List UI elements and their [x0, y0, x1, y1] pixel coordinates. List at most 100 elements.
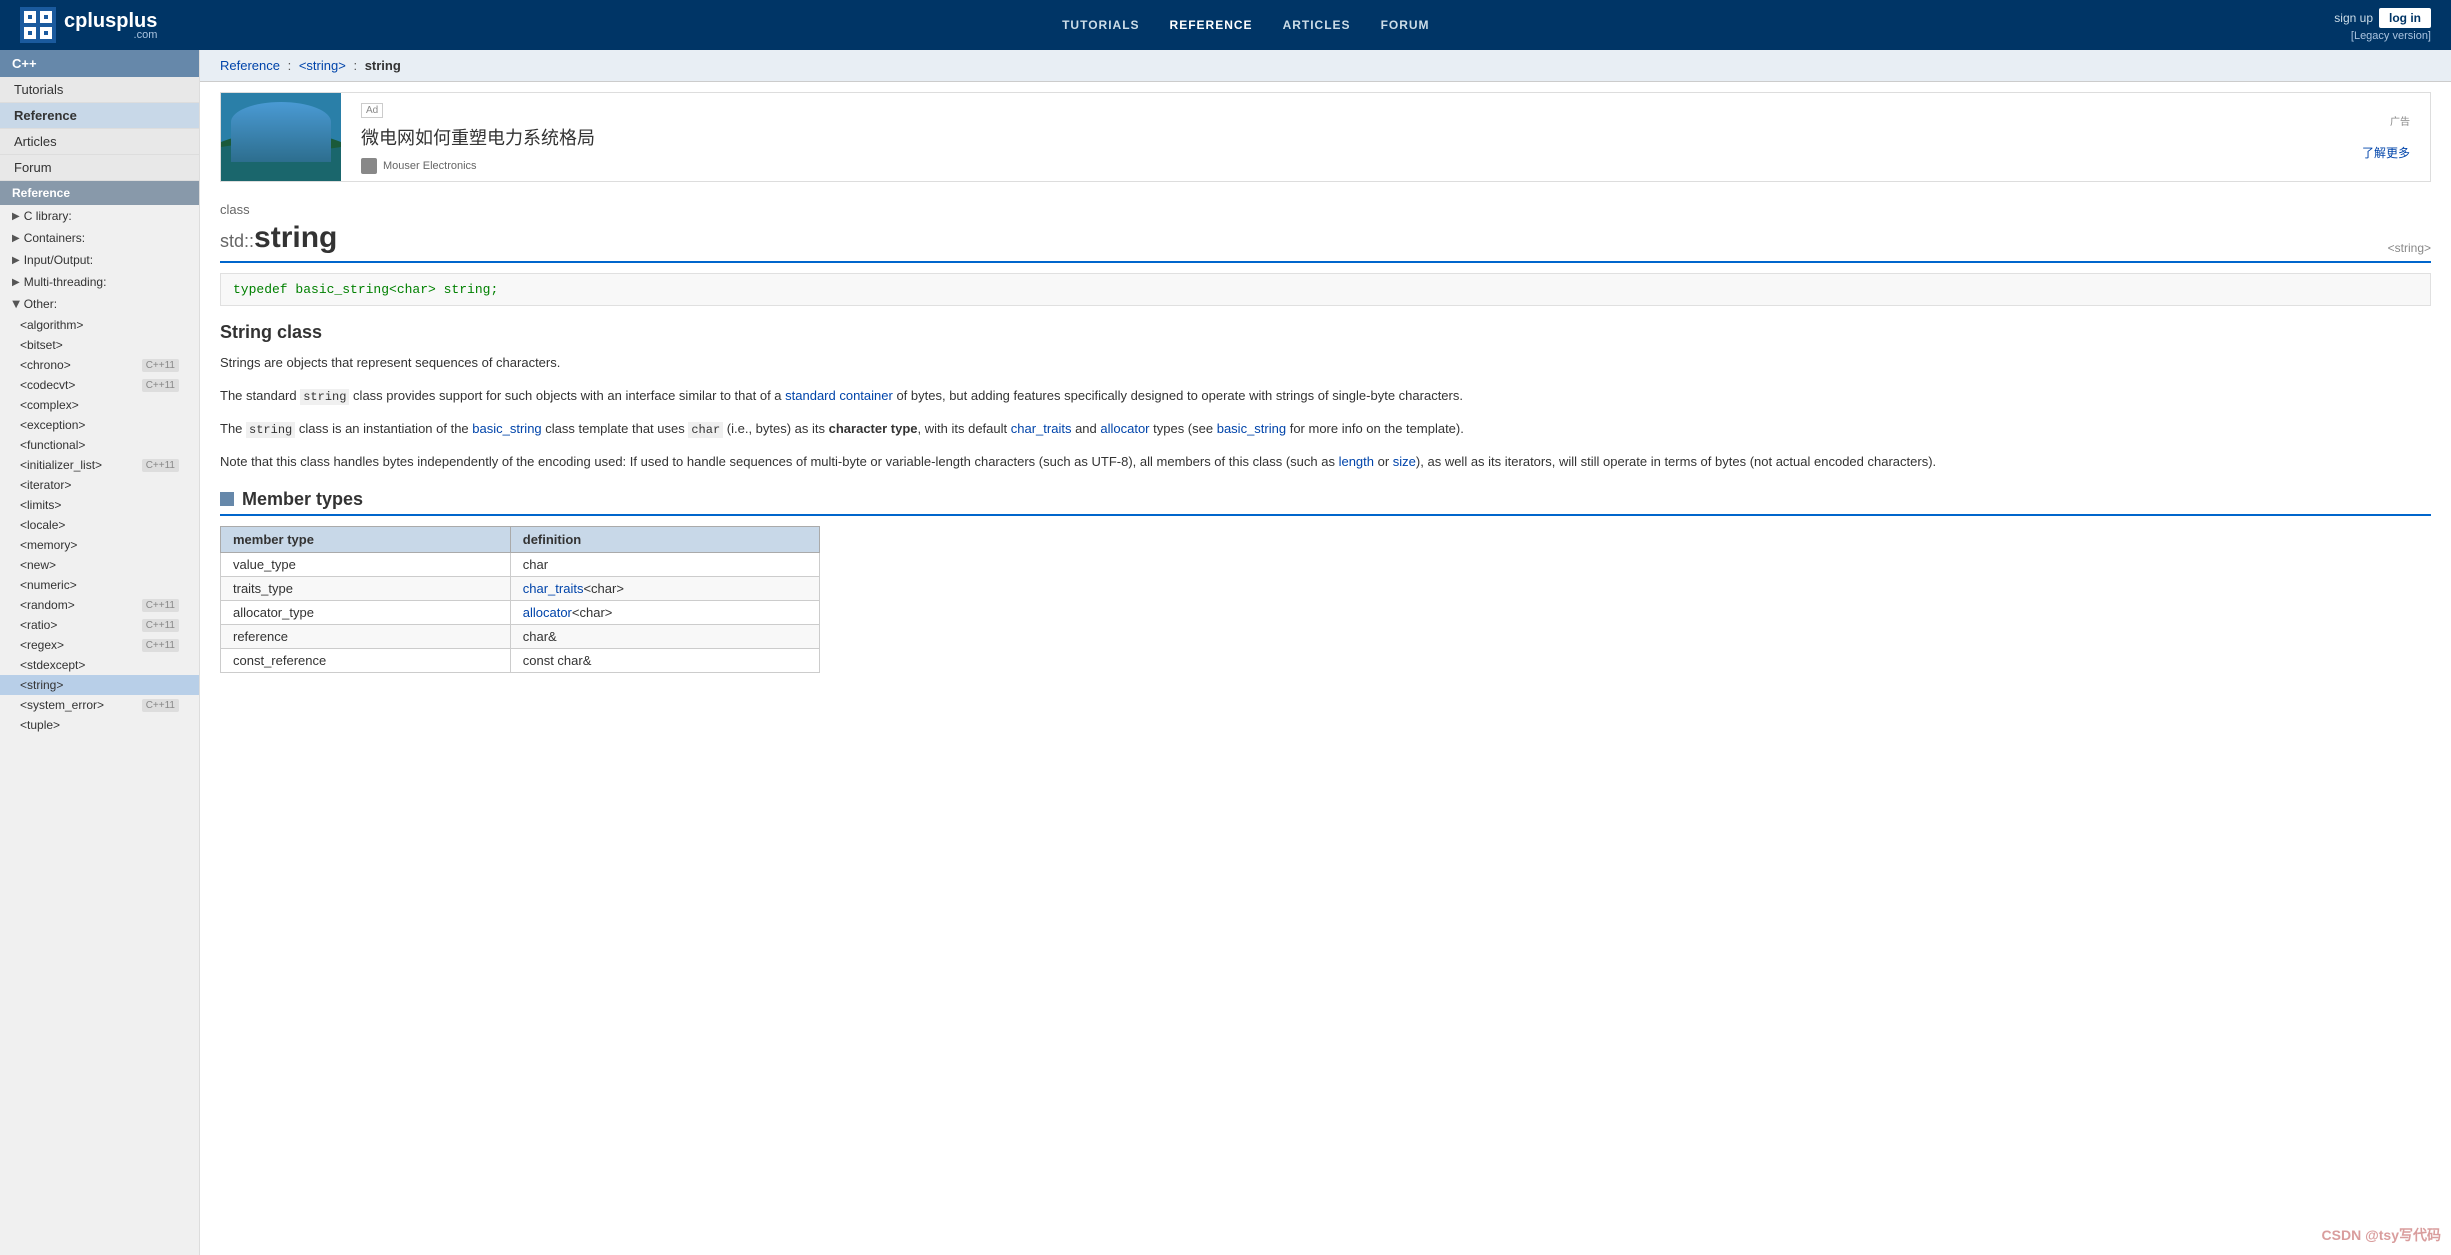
sidebar-item-new[interactable]: <new>	[0, 555, 199, 575]
para3-link-basic-string-2[interactable]: basic_string	[1217, 421, 1286, 436]
sidebar-section-containers[interactable]: ▶ Containers:	[0, 227, 199, 249]
sidebar-item-bitset[interactable]: <bitset>	[0, 335, 199, 355]
para3-link-allocator[interactable]: allocator	[1100, 421, 1149, 436]
nav-reference[interactable]: REFERENCE	[1170, 18, 1253, 32]
nav-forum[interactable]: FORUM	[1381, 18, 1430, 32]
sidebar-item-regex[interactable]: <regex>C++11	[0, 635, 199, 655]
ad-label: Ad	[361, 103, 383, 118]
para3-mid6: types (see	[1150, 421, 1217, 436]
sidebar-item-numeric[interactable]: <numeric>	[0, 575, 199, 595]
member-types-header: Member types	[220, 489, 2431, 516]
page-title: string	[254, 221, 337, 254]
sidebar-section-inputoutput[interactable]: ▶ Input/Output:	[0, 249, 199, 271]
sidebar-section-clibrary[interactable]: ▶ C library:	[0, 205, 199, 227]
para3-link-basic-string[interactable]: basic_string	[472, 421, 541, 436]
layout: C++ Tutorials Reference Articles Forum R…	[0, 50, 2451, 1255]
member-types-table: member type definition value_type char t…	[220, 526, 820, 673]
para2-link-standard-container[interactable]: standard container	[785, 388, 893, 403]
sidebar-item-forum[interactable]: Forum	[0, 155, 199, 181]
arrow-clibrary: ▶	[12, 211, 20, 222]
sidebar-item-tutorials[interactable]: Tutorials	[0, 77, 199, 103]
ad-right: 广告 了解更多	[2330, 105, 2430, 169]
nav-articles[interactable]: ARTICLES	[1283, 18, 1351, 32]
badge-initializer: C++11	[142, 459, 179, 472]
sidebar-main-nav: Tutorials Reference Articles Forum	[0, 77, 199, 181]
paragraph-3: The string class is an instantiation of …	[220, 419, 2431, 440]
sidebar-ref-header: Reference	[0, 181, 199, 205]
sidebar-item-complex[interactable]: <complex>	[0, 395, 199, 415]
log-in-button[interactable]: log in	[2379, 8, 2431, 28]
logo-icon	[20, 7, 56, 43]
para3-code2: char	[688, 422, 723, 438]
sidebar-item-chrono[interactable]: <chrono>C++11	[0, 355, 199, 375]
paragraph-4: Note that this class handles bytes indep…	[220, 452, 2431, 473]
breadcrumb-string-header[interactable]: <string>	[299, 58, 346, 73]
legacy-link[interactable]: [Legacy version]	[2351, 30, 2431, 42]
ad-text-area: Ad 微电网如何重塑电力系统格局 Mouser Electronics	[341, 92, 2330, 182]
sidebar-item-articles[interactable]: Articles	[0, 129, 199, 155]
auth-buttons: sign up log in	[2334, 8, 2431, 28]
class-label: class	[220, 202, 2431, 217]
para1-text: Strings are objects that represent seque…	[220, 355, 560, 370]
sidebar-section-multithreading-label: Multi-threading:	[24, 275, 107, 289]
link-allocator[interactable]: allocator	[523, 605, 572, 620]
para4-link-length[interactable]: length	[1339, 454, 1374, 469]
sidebar-item-iterator[interactable]: <iterator>	[0, 475, 199, 495]
breadcrumb-reference[interactable]: Reference	[220, 58, 280, 73]
ad-learn-more-link[interactable]: 了解更多	[2362, 144, 2410, 161]
sidebar-item-codecvt[interactable]: <codecvt>C++11	[0, 375, 199, 395]
sidebar-item-random[interactable]: <random>C++11	[0, 595, 199, 615]
sidebar-item-functional[interactable]: <functional>	[0, 435, 199, 455]
sidebar-item-memory[interactable]: <memory>	[0, 535, 199, 555]
ad-image	[221, 92, 341, 182]
typedef-code: typedef basic_string<char> string;	[220, 273, 2431, 306]
table-row: allocator_type allocator<char>	[221, 600, 820, 624]
string-header-ref: <string>	[2388, 241, 2431, 255]
sidebar-item-tuple[interactable]: <tuple>	[0, 715, 199, 735]
sidebar-item-system-error[interactable]: <system_error>C++11	[0, 695, 199, 715]
sidebar-section-multithreading[interactable]: ▶ Multi-threading:	[0, 271, 199, 293]
sidebar-item-exception[interactable]: <exception>	[0, 415, 199, 435]
para3-code1: string	[246, 422, 295, 438]
sidebar-item-stdexcept[interactable]: <stdexcept>	[0, 655, 199, 675]
sidebar-item-initializer-list[interactable]: <initializer_list>C++11	[0, 455, 199, 475]
member-types-title: Member types	[242, 489, 363, 510]
sidebar-item-reference[interactable]: Reference	[0, 103, 199, 129]
nav-links: TUTORIALS REFERENCE ARTICLES FORUM	[1062, 18, 1429, 32]
sidebar-section-clibrary-label: C library:	[24, 209, 72, 223]
para3-mid5: and	[1071, 421, 1100, 436]
sidebar-item-locale[interactable]: <locale>	[0, 515, 199, 535]
paragraph-1: Strings are objects that represent seque…	[220, 353, 2431, 374]
sidebar-item-ratio[interactable]: <ratio>C++11	[0, 615, 199, 635]
ad-brand-name: Mouser Electronics	[383, 160, 477, 172]
table-row: const_reference const char&	[221, 648, 820, 672]
para2-end: of bytes, but adding features specifical…	[893, 388, 1463, 403]
sidebar-item-algorithm[interactable]: <algorithm>	[0, 315, 199, 335]
ad-title: 微电网如何重塑电力系统格局	[361, 124, 2310, 150]
ad-banner: Ad 微电网如何重塑电力系统格局 Mouser Electronics 广告 了…	[220, 92, 2431, 182]
table-cell-reference-def: char&	[510, 624, 819, 648]
para3-mid3: (i.e., bytes) as its	[723, 421, 828, 436]
table-row: value_type char	[221, 552, 820, 576]
para3-link-char-traits[interactable]: char_traits	[1011, 421, 1072, 436]
sidebar-section-other-label: Other:	[24, 297, 57, 311]
nav-tutorials[interactable]: TUTORIALS	[1062, 18, 1139, 32]
para4-link-size[interactable]: size	[1393, 454, 1416, 469]
para4-mid: or	[1374, 454, 1393, 469]
arrow-other: ▶	[10, 300, 21, 308]
sidebar-item-string[interactable]: <string>	[0, 675, 199, 695]
table-header-def: definition	[510, 526, 819, 552]
sidebar-cpp-header: C++	[0, 50, 199, 77]
ad-corner-label: 广告	[2390, 113, 2410, 128]
link-char-traits[interactable]: char_traits	[523, 581, 584, 596]
para3-mid2: class template that uses	[542, 421, 689, 436]
sign-up-button[interactable]: sign up	[2334, 11, 2373, 25]
logo-area[interactable]: cplusplus .com	[20, 7, 157, 43]
sidebar-item-limits[interactable]: <limits>	[0, 495, 199, 515]
para3-mid4: , with its default	[918, 421, 1011, 436]
section-title: String class	[220, 322, 2431, 343]
table-cell-value-type-def: char	[510, 552, 819, 576]
table-cell-value-type: value_type	[221, 552, 511, 576]
sidebar-section-other[interactable]: ▶ Other:	[0, 293, 199, 315]
badge-codecvt: C++11	[142, 379, 179, 392]
